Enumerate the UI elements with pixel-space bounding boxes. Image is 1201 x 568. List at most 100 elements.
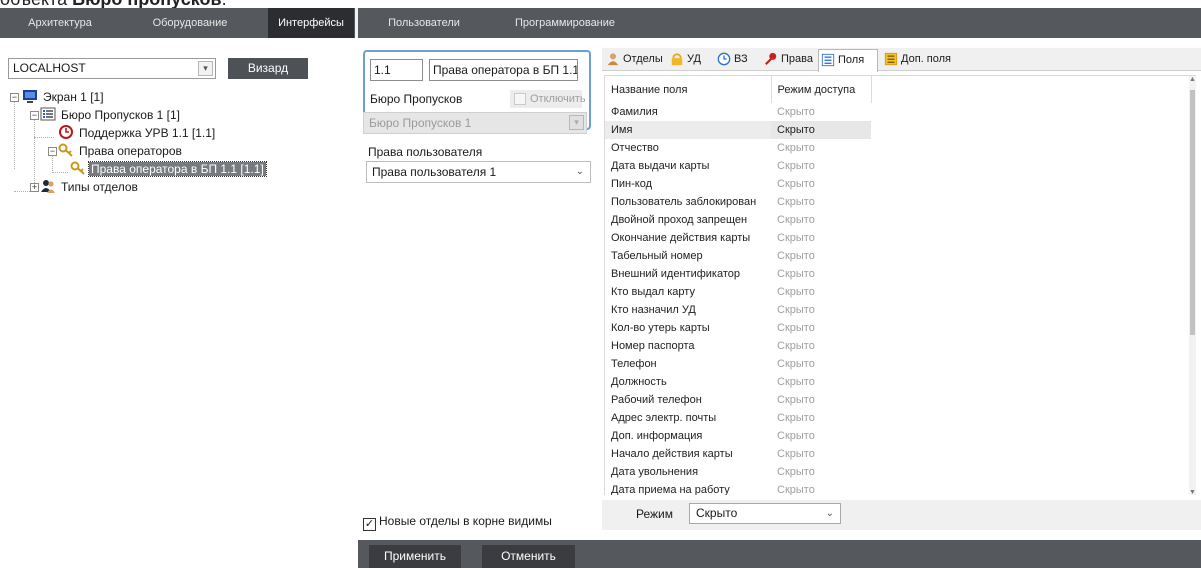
field-name-cell: Кол-во утерь карты <box>611 322 710 334</box>
tree-item-pass-office[interactable]: Бюро Пропусков 1 [1] <box>40 106 182 124</box>
tree-item-operator-right-bp[interactable]: Права оператора в БП 1.1 [1.1] <box>70 160 267 178</box>
tab-rights[interactable]: Права <box>762 49 813 70</box>
scroll-up-icon[interactable]: ▲ <box>1189 76 1196 83</box>
access-mode-cell[interactable]: Скрыто <box>771 157 871 175</box>
table-row[interactable]: Отчество Скрыто <box>605 139 871 157</box>
tree-item-operator-rights[interactable]: Права операторов <box>58 142 184 160</box>
tree-line <box>52 155 53 171</box>
tab-architecture[interactable]: Архитектура <box>0 8 120 38</box>
access-mode-cell[interactable]: Скрыто <box>771 283 871 301</box>
tab-fields[interactable]: Поля <box>818 49 878 72</box>
tab-time-zones[interactable]: ВЗ <box>715 49 748 70</box>
table-row[interactable]: Табельный номер Скрыто <box>605 247 871 265</box>
table-row[interactable]: Кол-во утерь карты Скрыто <box>605 319 871 337</box>
tree-item-screen[interactable]: Экран 1 [1] <box>22 88 106 106</box>
scroll-down-icon[interactable]: ▼ <box>1189 489 1196 495</box>
mode-select[interactable]: Скрыто ⌄ <box>689 503 841 524</box>
disable-label: Отключить <box>530 93 586 105</box>
access-mode-cell[interactable]: Скрыто <box>771 211 871 229</box>
table-row[interactable]: Двойной проход запрещен Скрыто <box>605 211 871 229</box>
user-rights-label: Права пользователя <box>368 145 483 159</box>
access-mode-cell[interactable]: Скрыто <box>771 229 871 247</box>
field-name-cell: Внешний идентификатор <box>611 268 740 280</box>
table-row[interactable]: Фамилия Скрыто <box>605 103 871 121</box>
table-row[interactable]: Кто выдал карту Скрыто <box>605 283 871 301</box>
host-select[interactable]: LOCALHOST ▾ <box>8 58 216 79</box>
wizard-button[interactable]: Визард <box>228 58 308 79</box>
menu-separator <box>355 8 358 38</box>
host-value: LOCALHOST <box>13 61 86 75</box>
column-header-access[interactable]: Режим доступа <box>771 76 872 103</box>
user-rights-select[interactable]: Права пользователя 1 ⌄ <box>366 161 591 183</box>
tab-extra-fields[interactable]: Доп. поля <box>882 49 951 70</box>
field-name-cell: Дата приема на работу <box>611 484 730 495</box>
tab-users[interactable]: Пользователи <box>380 8 468 38</box>
apply-button[interactable]: Применить <box>369 545 461 568</box>
tree-line <box>34 119 35 187</box>
table-row[interactable]: Рабочий телефон Скрыто <box>605 391 871 409</box>
table-row[interactable]: Имя Скрыто <box>605 121 871 139</box>
cancel-button[interactable]: Отменить <box>482 545 575 568</box>
access-mode-cell[interactable]: Скрыто <box>771 247 871 265</box>
table-row[interactable]: Пин-код Скрыто <box>605 175 871 193</box>
object-name-field[interactable]: Права оператора в БП 1.1 <box>429 59 578 81</box>
access-mode-cell[interactable]: Скрыто <box>771 103 871 121</box>
access-mode-cell[interactable]: Скрыто <box>771 391 871 409</box>
access-mode-cell[interactable]: Скрыто <box>771 427 871 445</box>
access-mode-cell[interactable]: Скрыто <box>771 373 871 391</box>
vertical-scrollbar[interactable]: ▲ ▼ <box>1189 76 1196 495</box>
table-row[interactable]: Окончание действия карты Скрыто <box>605 229 871 247</box>
access-mode-cell[interactable]: Скрыто <box>771 463 871 481</box>
key-icon <box>70 161 85 175</box>
table-row[interactable]: Дата увольнения Скрыто <box>605 463 871 481</box>
access-mode-cell[interactable]: Скрыто <box>771 355 871 373</box>
collapse-icon[interactable]: − <box>10 93 19 102</box>
column-header-field[interactable]: Название поля <box>605 76 772 103</box>
new-departments-label: Новые отделы в корне видимы <box>379 514 552 528</box>
disable-checkbox[interactable]: Отключить <box>510 90 586 108</box>
table-row[interactable]: Кто назначил УД Скрыто <box>605 301 871 319</box>
access-mode-cell[interactable]: Скрыто <box>771 175 871 193</box>
tab-interfaces[interactable]: Интерфейсы <box>268 8 354 38</box>
chevron-down-icon[interactable]: ▾ <box>569 115 584 130</box>
table-row[interactable]: Пользователь заблокирован Скрыто <box>605 193 871 211</box>
object-number-field[interactable]: 1.1 <box>370 59 423 81</box>
field-name-cell: Отчество <box>611 142 659 154</box>
field-name-cell: Доп. информация <box>611 430 703 442</box>
access-mode-cell[interactable]: Скрыто <box>771 301 871 319</box>
pass-office-select[interactable]: Бюро Пропусков 1 ▾ <box>363 112 587 134</box>
tab-equipment[interactable]: Оборудование <box>130 8 250 38</box>
tree-item-urv-support[interactable]: Поддержка УРВ 1.1 [1.1] <box>58 124 217 142</box>
table-row[interactable]: Доп. информация Скрыто <box>605 427 871 445</box>
tab-access-levels[interactable]: УД <box>668 49 701 70</box>
field-name-cell: Имя <box>605 121 771 139</box>
tree-item-department-types[interactable]: Типы отделов <box>40 178 140 196</box>
access-mode-cell[interactable]: Скрыто <box>771 319 871 337</box>
users-icon <box>41 180 55 193</box>
access-mode-cell[interactable]: Скрыто <box>771 337 871 355</box>
access-mode-cell[interactable]: Скрыто <box>771 193 871 211</box>
table-row[interactable]: Телефон Скрыто <box>605 355 871 373</box>
access-mode-cell[interactable]: Скрыто <box>771 409 871 427</box>
table-row[interactable]: Начало действия карты Скрыто <box>605 445 871 463</box>
access-mode-cell[interactable]: Скрыто <box>771 121 871 139</box>
chevron-down-icon[interactable]: ▾ <box>198 61 213 76</box>
table-row[interactable]: Адрес электр. почты Скрыто <box>605 409 871 427</box>
collapse-icon[interactable]: − <box>30 111 39 120</box>
scrollbar-thumb[interactable] <box>1190 90 1195 335</box>
access-mode-cell[interactable]: Скрыто <box>771 265 871 283</box>
expand-icon[interactable]: + <box>30 183 39 192</box>
table-row[interactable]: Должность Скрыто <box>605 373 871 391</box>
new-departments-checkbox[interactable]: ✓ Новые отделы в корне видимы <box>363 514 552 531</box>
table-row[interactable]: Номер паспорта Скрыто <box>605 337 871 355</box>
access-mode-cell[interactable]: Скрыто <box>771 139 871 157</box>
collapse-icon[interactable]: − <box>48 147 57 156</box>
tab-programming[interactable]: Программирование <box>505 8 625 38</box>
table-row[interactable]: Дата выдачи карты Скрыто <box>605 157 871 175</box>
tab-departments[interactable]: Отделы <box>604 49 663 70</box>
list-icon <box>40 107 56 121</box>
access-mode-cell[interactable]: Скрыто <box>771 481 871 495</box>
table-row[interactable]: Внешний идентификатор Скрыто <box>605 265 871 283</box>
table-row[interactable]: Дата приема на работу Скрыто <box>605 481 871 495</box>
access-mode-cell[interactable]: Скрыто <box>771 445 871 463</box>
